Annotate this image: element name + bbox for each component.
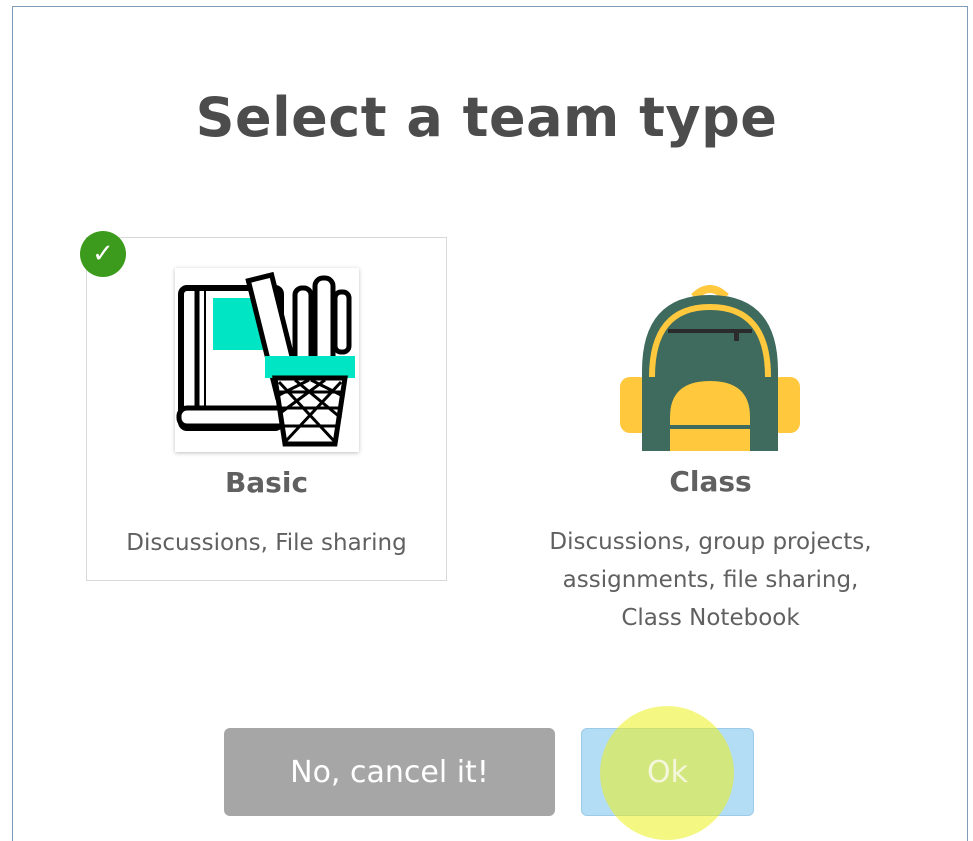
backpack-icon xyxy=(618,267,802,457)
ok-button-label: Ok xyxy=(647,754,688,790)
cancel-button[interactable]: No, cancel it! xyxy=(224,728,555,816)
option-description-class: Discussions, group projects, assignments… xyxy=(549,529,872,631)
selected-check-icon: ✓ xyxy=(80,231,126,277)
ok-button[interactable]: Ok xyxy=(581,728,754,816)
team-type-option-class[interactable]: Class Discussions, group projects, assig… xyxy=(530,237,891,637)
option-name-basic: Basic xyxy=(224,466,309,499)
dialog-title: Select a team type xyxy=(195,86,778,149)
notebook-pencil-cup-icon xyxy=(175,268,359,452)
option-name-class: Class xyxy=(669,465,752,498)
team-type-option-basic[interactable]: Basic Discussions, File sharing xyxy=(86,237,447,581)
option-description-basic: Discussions, File sharing xyxy=(126,530,407,556)
